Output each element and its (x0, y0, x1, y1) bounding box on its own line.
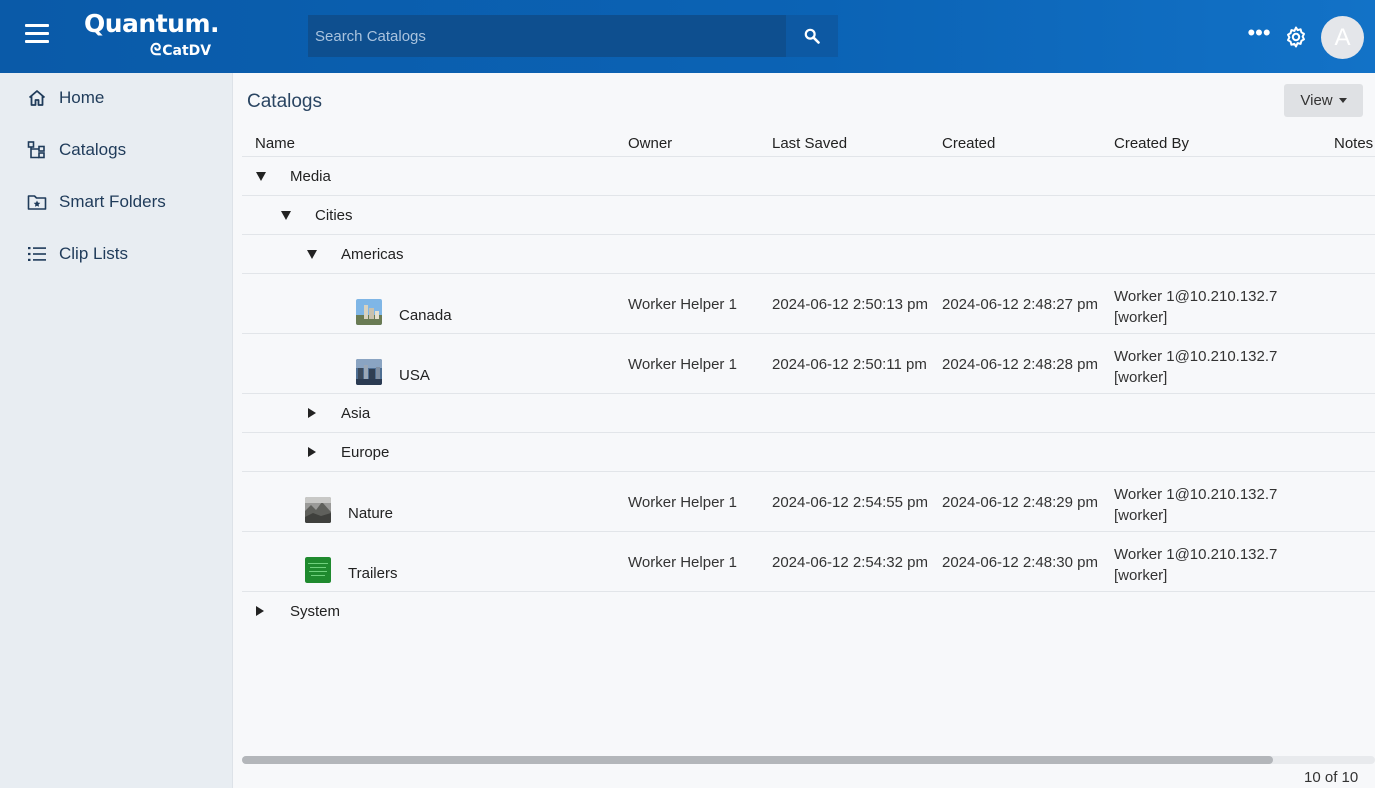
row-name: Cities (315, 207, 353, 224)
row-owner: Worker Helper 1 (628, 356, 737, 373)
row-name: Europe (341, 444, 390, 461)
row-name: Media (290, 168, 331, 185)
catalogs-tree-icon (27, 141, 45, 159)
row-created-by: Worker 1@10.210.132.7 [worker] (1114, 348, 1278, 386)
collapse-triangle-icon[interactable] (281, 210, 291, 220)
table-header: Name Owner Last Saved Created Created By… (242, 130, 1375, 157)
more-options-icon[interactable]: ••• (1247, 22, 1271, 46)
catalog-thumbnail-nature (305, 497, 331, 523)
gear-icon[interactable] (1284, 25, 1308, 49)
table-row[interactable]: Europe (242, 433, 1375, 472)
column-header-created-by[interactable]: Created By (1114, 135, 1189, 152)
search-bar (308, 15, 838, 57)
row-name: USA (399, 367, 430, 384)
sidebar-item-clip-lists[interactable]: Clip Lists (0, 234, 233, 274)
search-input[interactable] (308, 15, 786, 57)
row-created: 2024-06-12 2:48:27 pm (942, 296, 1098, 313)
sidebar: Home Catalogs Smart Folders Clip Lists (0, 73, 233, 788)
sidebar-item-label: Clip Lists (59, 244, 128, 263)
hamburger-menu-icon[interactable] (25, 24, 50, 44)
row-owner: Worker Helper 1 (628, 296, 737, 313)
view-button-label: View (1300, 92, 1333, 109)
row-owner: Worker Helper 1 (628, 494, 737, 511)
column-header-notes[interactable]: Notes (1334, 135, 1373, 152)
user-avatar[interactable]: A (1321, 16, 1364, 59)
sidebar-item-catalogs[interactable]: Catalogs (0, 130, 233, 170)
row-name: Americas (341, 246, 404, 263)
row-last-saved: 2024-06-12 2:54:32 pm (772, 554, 928, 571)
list-icon (28, 247, 46, 261)
sidebar-item-home[interactable]: Home (0, 78, 233, 118)
sidebar-item-label: Smart Folders (59, 192, 166, 211)
row-name: Trailers (348, 565, 398, 582)
table-row[interactable]: Trailers Worker Helper 1 2024-06-12 2:54… (242, 532, 1375, 592)
sidebar-item-smart-folders[interactable]: Smart Folders (0, 182, 233, 222)
row-last-saved: 2024-06-12 2:54:55 pm (772, 494, 928, 511)
table-row[interactable]: System (242, 592, 1375, 631)
app-header: Quantum. ᘓCatDV ••• A (0, 0, 1375, 73)
catalog-thumbnail-usa (356, 359, 382, 385)
expand-triangle-icon[interactable] (308, 447, 318, 457)
expand-triangle-icon[interactable] (308, 408, 318, 418)
table-row[interactable]: USA Worker Helper 1 2024-06-12 2:50:11 p… (242, 334, 1375, 394)
catalog-thumbnail-canada (356, 299, 382, 325)
result-count: 10 of 10 (1304, 769, 1359, 786)
row-name: Asia (341, 405, 371, 422)
home-icon (28, 90, 46, 106)
logo-catdv: ᘓCatDV (150, 40, 212, 59)
search-button[interactable] (786, 15, 838, 57)
table-row[interactable]: Nature Worker Helper 1 2024-06-12 2:54:5… (242, 472, 1375, 532)
main-content: Catalogs View Name Owner Last Saved Crea… (234, 73, 1375, 788)
search-icon (804, 28, 820, 44)
row-created: 2024-06-12 2:48:30 pm (942, 554, 1098, 571)
row-name: Canada (399, 307, 452, 324)
column-header-created[interactable]: Created (942, 135, 995, 152)
row-name: Nature (348, 505, 394, 522)
table-row[interactable]: Americas (242, 235, 1375, 274)
smart-folder-icon (27, 195, 47, 210)
row-created-by: Worker 1@10.210.132.7 [worker] (1114, 288, 1278, 326)
view-dropdown-button[interactable]: View (1284, 84, 1363, 117)
table-row[interactable]: Cities (242, 196, 1375, 235)
horizontal-scrollbar-thumb[interactable] (242, 756, 1273, 764)
logo-quantum: Quantum. (84, 9, 220, 38)
sidebar-item-label: Home (59, 88, 105, 107)
column-header-name[interactable]: Name (255, 135, 295, 152)
catalog-thumbnail-trailers (305, 557, 331, 583)
table-row[interactable]: Media (242, 157, 1375, 196)
catdv-swirl-icon: ᘓ (150, 40, 162, 59)
table-row[interactable]: Asia (242, 394, 1375, 433)
row-created-by: Worker 1@10.210.132.7 [worker] (1114, 486, 1278, 524)
collapse-triangle-icon[interactable] (307, 249, 317, 259)
row-name: System (290, 603, 341, 620)
catalogs-table: Name Owner Last Saved Created Created By… (242, 130, 1375, 631)
page-title: Catalogs (247, 91, 322, 112)
app-logo[interactable]: Quantum. ᘓCatDV (84, 9, 220, 60)
column-header-last-saved[interactable]: Last Saved (772, 135, 847, 152)
row-last-saved: 2024-06-12 2:50:11 pm (772, 356, 927, 373)
row-last-saved: 2024-06-12 2:50:13 pm (772, 296, 928, 313)
table-row[interactable]: Canada Worker Helper 1 2024-06-12 2:50:1… (242, 274, 1375, 334)
row-created: 2024-06-12 2:48:28 pm (942, 356, 1098, 373)
sidebar-item-label: Catalogs (59, 140, 127, 159)
expand-triangle-icon[interactable] (256, 606, 266, 616)
collapse-triangle-icon[interactable] (256, 171, 266, 181)
caret-down-icon (1338, 98, 1347, 103)
row-created-by: Worker 1@10.210.132.7 [worker] (1114, 546, 1278, 584)
column-header-owner[interactable]: Owner (628, 135, 672, 152)
row-created: 2024-06-12 2:48:29 pm (942, 494, 1098, 511)
row-owner: Worker Helper 1 (628, 554, 737, 571)
